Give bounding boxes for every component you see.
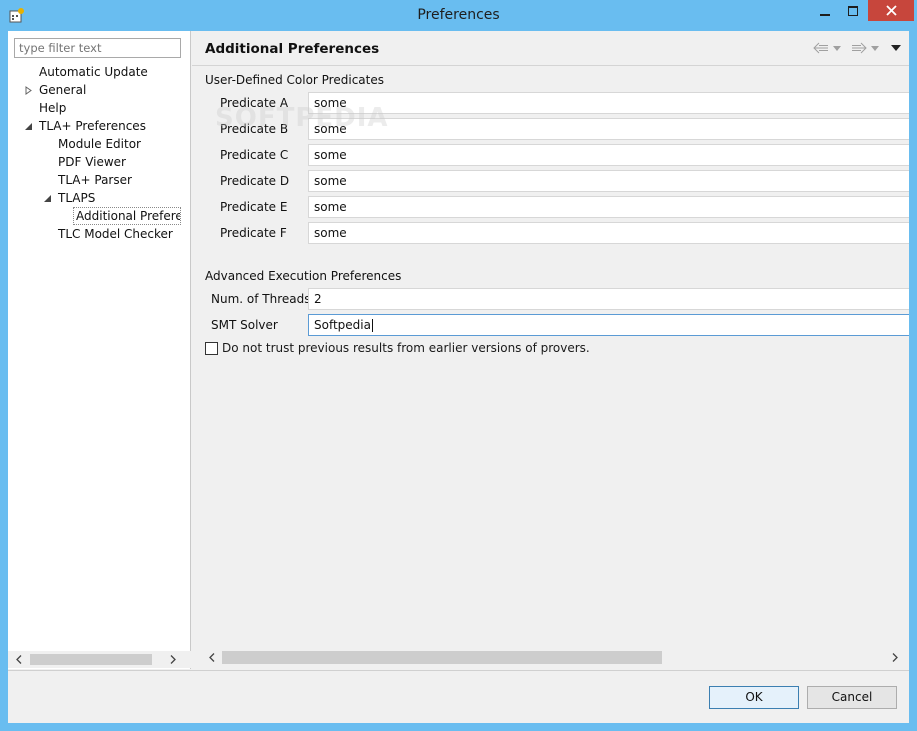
tree-item-tlaps[interactable]: TLAPS <box>44 189 95 207</box>
trust-results-checkbox[interactable]: Do not trust previous results from earli… <box>205 341 590 355</box>
predicate-b-field[interactable]: some <box>308 118 909 140</box>
tree-item-general[interactable]: General <box>25 81 86 99</box>
tree-horizontal-scrollbar[interactable] <box>8 651 191 668</box>
predicate-label: Predicate C <box>220 148 289 162</box>
preference-tree-panel: Automatic Update General Help TLA+ Prefe… <box>8 31 191 669</box>
predicate-label: Predicate D <box>220 174 290 188</box>
predicate-a-field[interactable]: some <box>308 92 909 114</box>
checkbox-box[interactable] <box>205 341 218 355</box>
smt-solver-value: Softpedia <box>314 318 371 332</box>
minimize-button[interactable] <box>810 0 840 22</box>
tree-item-label: Automatic Update <box>39 65 148 79</box>
scrollbar-thumb[interactable] <box>222 651 662 664</box>
title-separator <box>192 65 909 66</box>
scroll-left-icon[interactable] <box>209 653 215 662</box>
smt-solver-label: SMT Solver <box>211 318 278 332</box>
predicate-label: Predicate A <box>220 96 289 110</box>
minimize-icon <box>820 14 830 16</box>
predicate-d-field[interactable]: some <box>308 170 909 192</box>
tree-item-label: General <box>39 83 87 97</box>
predicate-label: Predicate B <box>220 122 289 136</box>
tree-item-label: TLC Model Checker <box>58 227 173 241</box>
tree-item-help[interactable]: Help <box>39 99 66 117</box>
tree-item-tla-parser[interactable]: TLA+ Parser <box>58 171 132 189</box>
page-horizontal-scrollbar[interactable] <box>192 649 909 666</box>
predicate-e-field[interactable]: some <box>308 196 909 218</box>
color-predicates-group-title: User-Defined Color Predicates <box>205 73 384 87</box>
preferences-window: Preferences Automatic Update General Hel… <box>0 0 917 731</box>
close-button[interactable] <box>868 0 914 21</box>
checkbox-label: Do not trust previous results from earli… <box>222 341 590 355</box>
expand-arrow-icon[interactable] <box>25 86 32 95</box>
scrollbar-thumb[interactable] <box>30 654 152 665</box>
tree-item-label: Additional Preferences <box>73 207 181 225</box>
predicate-label: Predicate E <box>220 200 288 214</box>
threads-label: Num. of Threads <box>211 292 311 306</box>
maximize-button[interactable] <box>838 0 868 22</box>
tree-item-label: Module Editor <box>58 137 141 151</box>
button-bar-separator <box>8 670 909 671</box>
tree-item-tla-preferences[interactable]: TLA+ Preferences <box>25 117 146 135</box>
tree-item-additional-preferences[interactable]: Additional Preferences <box>73 207 181 225</box>
tree-item-automatic-update[interactable]: Automatic Update <box>39 63 148 81</box>
text-caret <box>371 319 373 332</box>
collapse-arrow-icon[interactable] <box>44 195 52 202</box>
tree-item-pdf-viewer[interactable]: PDF Viewer <box>58 153 126 171</box>
predicate-label: Predicate F <box>220 226 287 240</box>
tree-item-label: TLAPS <box>58 191 96 205</box>
page-navigation <box>813 39 901 57</box>
tree-item-label: TLA+ Parser <box>58 173 132 187</box>
collapse-arrow-icon[interactable] <box>25 123 33 130</box>
predicate-f-field[interactable]: some <box>308 222 909 244</box>
dialog-client-area: Automatic Update General Help TLA+ Prefe… <box>8 31 909 723</box>
view-menu-icon[interactable] <box>891 45 901 51</box>
scroll-left-icon[interactable] <box>16 655 22 664</box>
execution-group-title: Advanced Execution Preferences <box>205 269 402 283</box>
preference-page: Additional Preferences User-Defined Colo… <box>192 31 909 669</box>
smt-solver-field[interactable]: Softpedia <box>308 314 909 336</box>
title-bar: Preferences <box>0 0 917 30</box>
window-title: Preferences <box>417 7 500 23</box>
forward-arrow-icon[interactable] <box>851 42 867 54</box>
tree-item-label: TLA+ Preferences <box>39 119 146 133</box>
scroll-right-icon[interactable] <box>892 653 898 662</box>
back-arrow-icon[interactable] <box>813 42 829 54</box>
forward-dropdown-icon[interactable] <box>871 45 879 51</box>
ok-button[interactable]: OK <box>709 686 799 709</box>
cancel-button[interactable]: Cancel <box>807 686 897 709</box>
maximize-icon <box>848 6 858 16</box>
threads-field[interactable]: 2 <box>308 288 909 310</box>
close-icon <box>885 5 897 16</box>
predicate-c-field[interactable]: some <box>308 144 909 166</box>
tree-item-label: Help <box>39 101 67 115</box>
filter-input[interactable] <box>14 38 181 58</box>
tree-item-module-editor[interactable]: Module Editor <box>58 135 141 153</box>
scroll-right-icon[interactable] <box>170 655 176 664</box>
tree-item-label: PDF Viewer <box>58 155 126 169</box>
back-dropdown-icon[interactable] <box>833 45 841 51</box>
tree-item-tlc-model-checker[interactable]: TLC Model Checker <box>58 225 173 243</box>
page-title: Additional Preferences <box>205 41 380 57</box>
